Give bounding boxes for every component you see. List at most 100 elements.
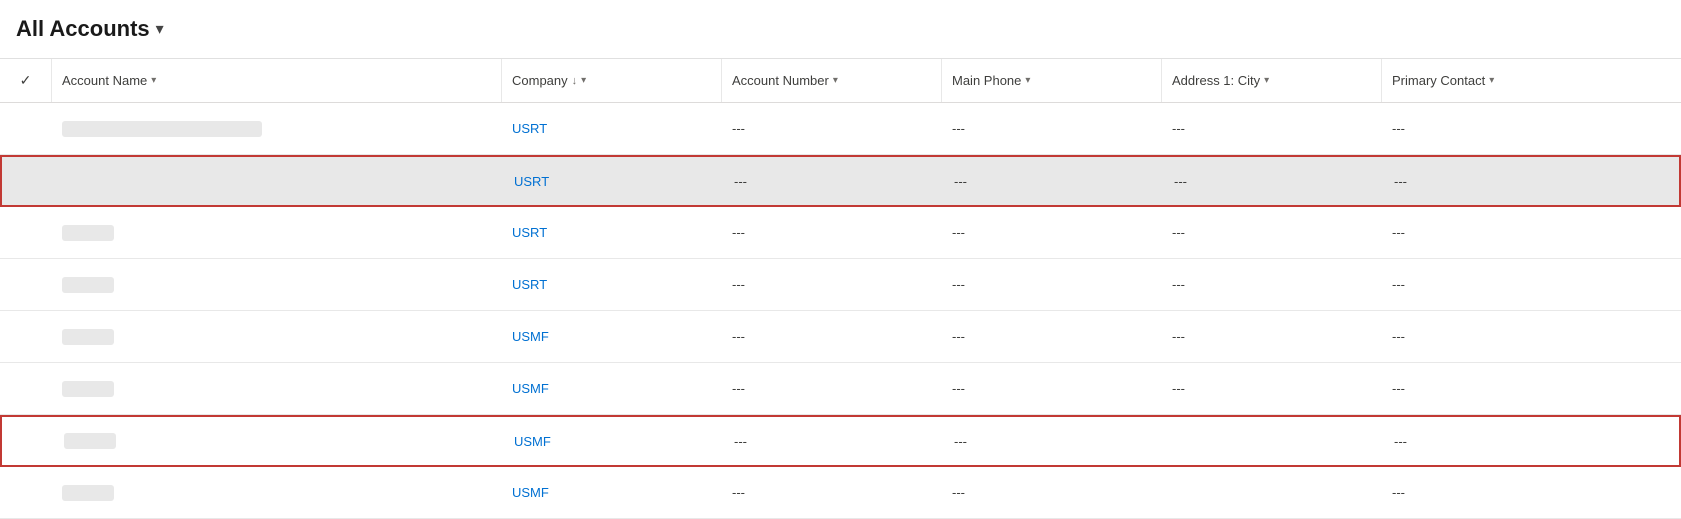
row-3-main-phone: --- bbox=[942, 225, 1162, 240]
row-8-main-phone: --- bbox=[942, 485, 1162, 500]
table-row[interactable]: USRT --- --- --- --- bbox=[0, 155, 1681, 207]
row-3-name-blur-left bbox=[62, 225, 114, 241]
table-row[interactable]: USMF --- --- --- bbox=[0, 415, 1681, 467]
row-1-main-phone: --- bbox=[942, 121, 1162, 136]
row-5-primary-contact: --- bbox=[1382, 329, 1681, 344]
row-2-address-city: --- bbox=[1164, 174, 1384, 189]
col-account-number-label: Account Number bbox=[732, 73, 829, 88]
row-3-primary-contact: --- bbox=[1382, 225, 1681, 240]
table-header: ✓ Account Name ▾ Company ↓ ▾ Account Num… bbox=[0, 59, 1681, 103]
row-6-name-blur bbox=[62, 381, 114, 397]
row-6-account-number: --- bbox=[722, 381, 942, 396]
check-all-icon: ✓ bbox=[20, 72, 32, 89]
accounts-table: ✓ Account Name ▾ Company ↓ ▾ Account Num… bbox=[0, 58, 1681, 519]
row-8-account-number: --- bbox=[722, 485, 942, 500]
col-primary-contact-chevron-icon: ▾ bbox=[1489, 75, 1494, 86]
col-company-label: Company bbox=[512, 73, 568, 88]
col-company-chevron-icon: ▾ bbox=[581, 75, 586, 86]
col-address-city-label: Address 1: City bbox=[1172, 73, 1260, 88]
row-1-primary-contact: --- bbox=[1382, 121, 1681, 136]
table-row[interactable]: USRT --- --- --- --- bbox=[0, 103, 1681, 155]
row-1-account-name[interactable] bbox=[52, 121, 502, 137]
row-2-name-blur bbox=[64, 173, 264, 189]
page-title-row: All Accounts ▾ bbox=[16, 10, 1665, 52]
row-5-company[interactable]: USMF bbox=[502, 329, 722, 344]
col-main-phone-chevron-icon: ▾ bbox=[1025, 75, 1030, 86]
col-company-sort-icon: ↓ bbox=[572, 75, 578, 87]
row-1-company[interactable]: USRT bbox=[502, 121, 722, 136]
col-address-city-chevron-icon: ▾ bbox=[1264, 75, 1269, 86]
row-7-check[interactable] bbox=[2, 417, 54, 465]
row-3-account-number: --- bbox=[722, 225, 942, 240]
col-main-phone-label: Main Phone bbox=[952, 73, 1021, 88]
col-header-main-phone[interactable]: Main Phone ▾ bbox=[942, 59, 1162, 102]
row-3-account-name[interactable] bbox=[52, 225, 502, 241]
row-2-account-name[interactable] bbox=[54, 173, 504, 189]
row-1-address-city: --- bbox=[1162, 121, 1382, 136]
row-5-check[interactable] bbox=[0, 311, 52, 362]
row-4-address-city: --- bbox=[1162, 277, 1382, 292]
col-account-name-label: Account Name bbox=[62, 73, 147, 88]
col-account-name-chevron-icon: ▾ bbox=[151, 75, 156, 86]
table-row[interactable]: USMF --- --- --- bbox=[0, 467, 1681, 519]
row-8-company[interactable]: USMF bbox=[502, 485, 722, 500]
table-row[interactable]: USRT --- --- --- --- bbox=[0, 207, 1681, 259]
row-3-address-city: --- bbox=[1162, 225, 1382, 240]
row-5-address-city: --- bbox=[1162, 329, 1382, 344]
row-7-company[interactable]: USMF bbox=[504, 434, 724, 449]
col-header-address-city[interactable]: Address 1: City ▾ bbox=[1162, 59, 1382, 102]
row-5-account-number: --- bbox=[722, 329, 942, 344]
row-2-primary-contact: --- bbox=[1384, 174, 1679, 189]
row-8-primary-contact: --- bbox=[1382, 485, 1681, 500]
row-4-check[interactable] bbox=[0, 259, 52, 310]
row-6-address-city: --- bbox=[1162, 381, 1382, 396]
row-2-company[interactable]: USRT bbox=[504, 174, 724, 189]
col-header-primary-contact[interactable]: Primary Contact ▾ bbox=[1382, 59, 1681, 102]
row-4-primary-contact: --- bbox=[1382, 277, 1681, 292]
row-7-account-name[interactable] bbox=[54, 433, 504, 449]
col-header-account-name[interactable]: Account Name ▾ bbox=[52, 59, 502, 102]
row-4-account-name[interactable] bbox=[52, 277, 502, 293]
row-5-main-phone: --- bbox=[942, 329, 1162, 344]
table-row[interactable]: USMF --- --- --- --- bbox=[0, 311, 1681, 363]
row-7-name-blur bbox=[64, 433, 116, 449]
row-2-main-phone: --- bbox=[944, 174, 1164, 189]
row-7-account-number: --- bbox=[724, 434, 944, 449]
check-all-col[interactable]: ✓ bbox=[0, 59, 52, 102]
row-6-account-name[interactable] bbox=[52, 381, 502, 397]
row-3-name-blur-right bbox=[118, 225, 248, 241]
page-title: All Accounts bbox=[16, 16, 150, 42]
row-7-main-phone: --- bbox=[944, 434, 1164, 449]
row-1-account-number: --- bbox=[722, 121, 942, 136]
header-area: All Accounts ▾ bbox=[0, 0, 1681, 58]
title-chevron-icon[interactable]: ▾ bbox=[156, 19, 164, 39]
row-1-check[interactable] bbox=[0, 103, 52, 154]
col-header-account-number[interactable]: Account Number ▾ bbox=[722, 59, 942, 102]
page-container: All Accounts ▾ ✓ Account Name ▾ Company … bbox=[0, 0, 1681, 519]
row-8-check[interactable] bbox=[0, 467, 52, 518]
col-account-number-chevron-icon: ▾ bbox=[833, 75, 838, 86]
row-6-main-phone: --- bbox=[942, 381, 1162, 396]
row-4-account-number: --- bbox=[722, 277, 942, 292]
row-1-name-blur bbox=[62, 121, 262, 137]
row-8-name-blur bbox=[62, 485, 114, 501]
row-8-account-name[interactable] bbox=[52, 485, 502, 501]
table-row[interactable]: USMF --- --- --- --- bbox=[0, 363, 1681, 415]
row-7-primary-contact: --- bbox=[1384, 434, 1679, 449]
row-4-name-blur bbox=[62, 277, 114, 293]
row-4-main-phone: --- bbox=[942, 277, 1162, 292]
row-5-name-blur bbox=[62, 329, 114, 345]
row-6-primary-contact: --- bbox=[1382, 381, 1681, 396]
col-primary-contact-label: Primary Contact bbox=[1392, 73, 1485, 88]
row-3-company[interactable]: USRT bbox=[502, 225, 722, 240]
row-4-company[interactable]: USRT bbox=[502, 277, 722, 292]
row-2-check[interactable] bbox=[2, 157, 54, 205]
row-4-spacer bbox=[118, 277, 248, 293]
row-6-company[interactable]: USMF bbox=[502, 381, 722, 396]
row-6-check[interactable] bbox=[0, 363, 52, 414]
row-3-check[interactable] bbox=[0, 207, 52, 258]
table-row[interactable]: USRT --- --- --- --- bbox=[0, 259, 1681, 311]
col-header-company[interactable]: Company ↓ ▾ bbox=[502, 59, 722, 102]
row-2-account-number: --- bbox=[724, 174, 944, 189]
row-5-account-name[interactable] bbox=[52, 329, 502, 345]
